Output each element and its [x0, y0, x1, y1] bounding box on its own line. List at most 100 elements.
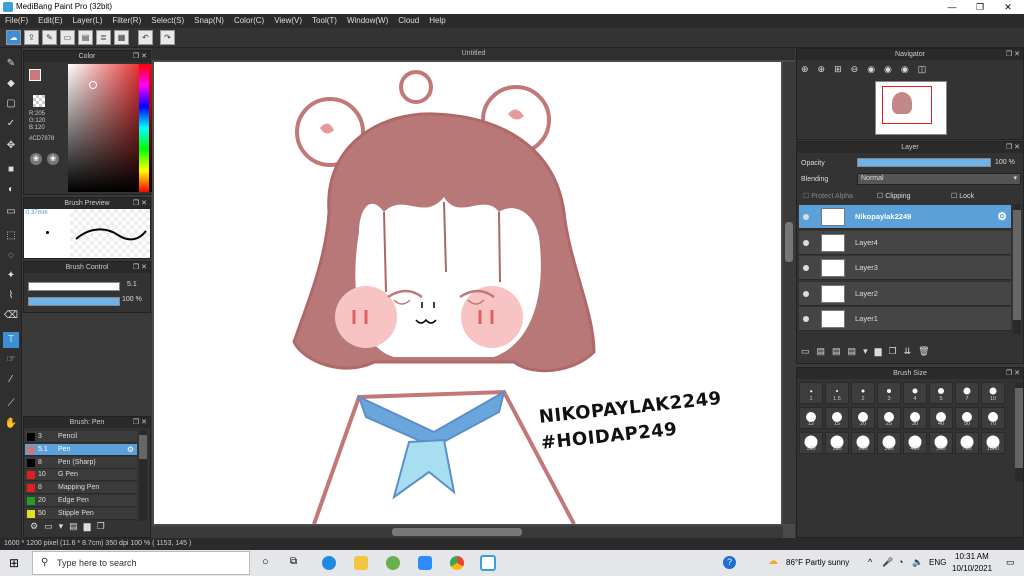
delete-layer-icon[interactable]: 🗑 — [918, 346, 936, 356]
new-layer-icon[interactable]: ▭ — [801, 346, 817, 356]
eraser-tool-icon[interactable]: ◆ — [3, 76, 19, 92]
brush-item[interactable]: 10 G Pen — [25, 469, 137, 482]
move-tool-icon[interactable]: ✥ — [3, 138, 19, 154]
bucket-tool-icon[interactable]: ◐ — [3, 182, 19, 198]
palette-icon[interactable]: ❀ — [30, 153, 42, 165]
windows-start-icon[interactable]: ⊞ — [9, 556, 19, 570]
brush-size-option[interactable]: 30 — [903, 407, 927, 429]
canvas-vertical-scrollbar[interactable] — [783, 62, 795, 524]
brush-tool-icon[interactable]: ✎ — [3, 56, 19, 72]
merge-layer-icon[interactable]: ⇊ — [904, 346, 919, 356]
cloud-icon[interactable]: ☁ — [6, 30, 21, 45]
brush-size-option[interactable]: 100 — [799, 432, 823, 454]
text-tool-icon[interactable]: T — [3, 332, 19, 348]
divide-tool-icon[interactable]: ⟋ — [3, 396, 19, 412]
navigator-thumbnail[interactable] — [875, 81, 947, 135]
language-indicator[interactable]: ENG — [929, 558, 946, 567]
add-brush-icon[interactable]: ▾ — [59, 521, 70, 531]
canvas-horizontal-scrollbar[interactable] — [152, 526, 783, 538]
layer-row[interactable]: Layer2 — [799, 281, 1011, 306]
network-icon[interactable]: ◔ — [898, 557, 903, 567]
dropper-tool-icon[interactable]: ⁄ — [3, 372, 19, 388]
maximize-button[interactable]: ❐ — [966, 0, 994, 14]
fill-rect-tool-icon[interactable]: ■ — [3, 162, 19, 178]
brush-size-option[interactable]: 300 — [877, 432, 901, 454]
menu-cloud[interactable]: Cloud — [393, 14, 424, 28]
layer-visibility-icon[interactable] — [803, 214, 809, 220]
brush-item[interactable]: 3 Pencil — [25, 431, 137, 443]
panel-close-icon[interactable]: ❐ ✕ — [1006, 142, 1020, 153]
list-icon[interactable]: ≣ — [96, 30, 111, 45]
app-green-icon[interactable] — [386, 556, 400, 570]
layer-visibility-icon[interactable] — [803, 290, 809, 297]
hue-slider[interactable] — [139, 64, 149, 192]
chrome-icon[interactable] — [450, 556, 464, 570]
clipping-checkbox[interactable]: ☐ Clipping — [877, 192, 911, 200]
panel-close-icon[interactable]: ❐ ✕ — [133, 262, 147, 273]
brush-item[interactable]: 8 Pen (Sharp) — [25, 456, 137, 469]
brush-size-option[interactable]: 1 — [799, 382, 823, 404]
minimize-button[interactable]: — — [938, 0, 966, 14]
brush-size-option[interactable]: 10 — [981, 382, 1005, 404]
upload-icon[interactable]: ⇪ — [24, 30, 39, 45]
layer-opacity-slider[interactable] — [857, 158, 991, 167]
layer-row[interactable]: Layer1 — [799, 307, 1011, 332]
mirror-icon[interactable]: ◫ — [918, 64, 936, 74]
panel-close-icon[interactable]: ❐ ✕ — [133, 198, 147, 209]
brush-item[interactable]: 8 Mapping Pen — [25, 482, 137, 495]
grid-icon[interactable]: ▦ — [114, 30, 129, 45]
brush-page-icon[interactable]: ▤ — [69, 521, 84, 531]
brush-size-option[interactable]: 400 — [903, 432, 927, 454]
brush-size-option[interactable]: 7 — [955, 382, 979, 404]
flip-icon[interactable]: ◉ — [901, 64, 918, 74]
layer-visibility-icon[interactable] — [803, 265, 809, 272]
duplicate-layer-icon[interactable]: ❐ — [889, 346, 904, 356]
brush-opacity-slider[interactable] — [28, 297, 120, 306]
medibang-taskbar-icon[interactable] — [480, 555, 496, 571]
zoom-app-icon[interactable] — [418, 556, 432, 570]
brush-size-option[interactable]: 20 — [851, 407, 875, 429]
brush-size-option[interactable]: 4 — [903, 382, 927, 404]
brush-folder-icon[interactable]: ▆ — [84, 521, 97, 531]
select-tool-icon[interactable]: ⬚ — [3, 228, 19, 244]
layer-row[interactable]: Layer3 — [799, 256, 1011, 281]
magic-wand-icon[interactable]: ✦ — [3, 268, 19, 284]
layer-dropdown-icon[interactable]: ▾ — [863, 346, 875, 356]
brush-size-option[interactable]: 500 — [929, 432, 953, 454]
brush-size-option[interactable]: 40 — [929, 407, 953, 429]
rotate-icon[interactable]: ◉ — [867, 64, 884, 74]
menu-help[interactable]: Help — [424, 14, 450, 28]
layer-row[interactable]: Nikopaylak2249 ⚙ — [799, 205, 1011, 229]
new-layer3-icon[interactable]: ▤ — [832, 346, 848, 356]
operation-tool-icon[interactable]: ☞ — [3, 352, 19, 368]
zoom-out-icon[interactable]: ⊖ — [851, 64, 868, 74]
brush-item[interactable]: 50 Stipple Pen — [25, 507, 137, 520]
edge-browser-icon[interactable] — [322, 556, 336, 570]
brush-size-option[interactable]: 200 — [851, 432, 875, 454]
help-icon[interactable]: ? — [723, 556, 736, 569]
menu-view[interactable]: View(V) — [269, 14, 307, 28]
canvas-paper[interactable]: NIKOPAYLAK2249 #HOIDAP249 — [154, 62, 781, 524]
gradient-tool-icon[interactable]: ▭ — [3, 204, 19, 220]
brush-list-scrollbar[interactable] — [139, 431, 147, 521]
notification-icon[interactable]: ▭ — [1006, 557, 1015, 568]
taskbar-search-input[interactable]: ⚲ Type here to search — [32, 551, 250, 575]
microphone-icon[interactable]: 🎤 — [882, 557, 893, 568]
cortana-icon[interactable]: ○ — [262, 556, 269, 568]
hand-tool-icon[interactable]: ✋ — [3, 416, 19, 432]
menu-tool[interactable]: Tool(T) — [307, 14, 342, 28]
brush-item[interactable]: 20 Edge Pen — [25, 495, 137, 507]
weather-text[interactable]: 86°F Partly sunny — [786, 558, 849, 567]
menu-snap[interactable]: Snap(N) — [189, 14, 229, 28]
canvas-tab[interactable]: Untitled — [152, 48, 795, 60]
layer-scrollbar[interactable] — [1013, 204, 1021, 334]
menu-edit[interactable]: Edit(E) — [33, 14, 67, 28]
brush-size-option[interactable]: 25 — [877, 407, 901, 429]
layer-settings-icon[interactable]: ⚙ — [997, 210, 1007, 223]
brush-size-option[interactable]: 1.5 — [825, 382, 849, 404]
brush-size-option[interactable]: 150 — [825, 432, 849, 454]
fit-icon[interactable]: ⊞ — [834, 64, 851, 74]
close-button[interactable]: ✕ — [994, 0, 1022, 14]
brush-size-option[interactable]: 15 — [825, 407, 849, 429]
panel-close-icon[interactable]: ❐ ✕ — [1006, 49, 1020, 60]
